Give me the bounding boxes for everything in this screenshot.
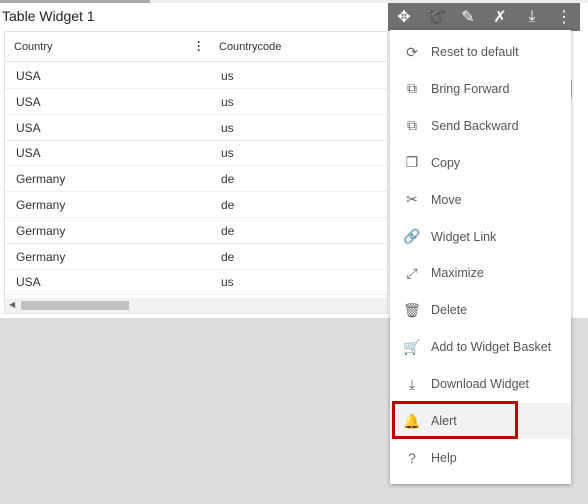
horizontal-scrollbar[interactable]: ◀ xyxy=(5,298,387,313)
menu-item-delete[interactable]: 🗑 Delete xyxy=(390,292,571,328)
copy-icon: ❐ xyxy=(405,154,419,171)
cell-country: USA xyxy=(16,94,41,109)
download-icon[interactable]: ⤓ xyxy=(520,8,544,26)
link-icon: 🔗 xyxy=(403,228,421,244)
menu-item-reset-to-default[interactable]: ⟳ Reset to default xyxy=(390,34,571,70)
table-row[interactable]: USA us xyxy=(5,89,387,115)
menu-item-copy[interactable]: ❐ Copy xyxy=(390,145,571,181)
edit-icon[interactable]: ✎ xyxy=(456,7,480,27)
bring-forward-icon: ⧉ xyxy=(407,80,417,97)
cell-countrycode: de xyxy=(221,172,235,187)
menu-item-help[interactable]: ? Help xyxy=(390,440,571,476)
scissors-icon: ✂ xyxy=(406,191,418,208)
table-header: Country · · · Countrycode xyxy=(5,32,387,62)
highlight-box xyxy=(392,401,518,439)
maximize-icon: ⤢ xyxy=(406,264,418,281)
table-row[interactable]: USA us xyxy=(5,140,387,167)
column-menu-icon[interactable]: · · · xyxy=(197,36,201,56)
menu-item-label: Download Widget xyxy=(431,377,529,392)
menu-item-label: Send Backward xyxy=(431,118,519,133)
table-row[interactable]: USA us xyxy=(5,269,387,296)
menu-item-maximize[interactable]: ⤢ Maximize xyxy=(390,255,571,291)
menu-item-label: Widget Link xyxy=(431,229,497,244)
table-row[interactable]: Germany de xyxy=(5,166,387,193)
menu-item-widget-link[interactable]: 🔗 Widget Link xyxy=(390,219,571,255)
menu-item-move[interactable]: ✂ Move xyxy=(390,182,571,218)
cell-countrycode: de xyxy=(221,223,235,238)
cell-country: Germany xyxy=(16,223,66,238)
cell-countrycode: us xyxy=(221,94,234,109)
menu-item-label: Maximize xyxy=(431,266,484,281)
cell-country: USA xyxy=(16,69,41,83)
column-header-countrycode[interactable]: Countrycode xyxy=(219,41,281,53)
more-vertical-icon[interactable]: ⋮ xyxy=(552,7,576,27)
cell-countrycode: us xyxy=(221,69,234,83)
menu-item-label: Copy xyxy=(431,155,461,170)
trash-icon: 🗑 xyxy=(403,301,421,318)
cell-country: Germany xyxy=(16,172,66,187)
menu-item-label: Add to Widget Basket xyxy=(431,340,552,355)
refresh-icon: ⟳ xyxy=(406,43,418,60)
menu-item-label: Bring Forward xyxy=(431,81,510,96)
cell-countrycode: us xyxy=(221,120,234,135)
widget-toolbar: ✥ ➰ ✎ ✗ ⤓ ⋮ xyxy=(388,3,580,31)
cell-countrycode: de xyxy=(221,249,235,264)
table-row[interactable]: Germany de xyxy=(5,244,387,270)
send-backward-icon: ⧉ xyxy=(407,117,417,134)
widget-title: Table Widget 1 xyxy=(2,8,95,24)
menu-item-add-to-widget-basket[interactable]: 🛒 Add to Widget Basket xyxy=(390,329,571,365)
data-table: Country · · · Countrycode USA us USA us USA us U… xyxy=(4,31,388,314)
menu-item-send-backward[interactable]: ⧉ Send Backward xyxy=(390,108,571,144)
right-scrollbar[interactable] xyxy=(571,31,583,318)
menu-item-label: Delete xyxy=(431,303,468,318)
table-row[interactable]: Germany de xyxy=(5,218,387,244)
menu-item-download-widget[interactable]: ⤓ Download Widget xyxy=(390,366,571,402)
cell-countrycode: us xyxy=(221,146,234,161)
cart-icon: 🛒 xyxy=(403,338,421,355)
menu-item-label: Reset to default xyxy=(431,45,519,59)
menu-item-bring-forward[interactable]: ⧉ Bring Forward xyxy=(390,71,571,107)
link-icon[interactable]: ➰ xyxy=(424,7,448,27)
help-icon: ? xyxy=(408,449,416,466)
table-row[interactable]: USA us xyxy=(5,63,387,89)
cell-country: Germany xyxy=(16,249,66,264)
cell-country: Germany xyxy=(16,198,66,212)
menu-item-label: Move xyxy=(431,192,462,207)
menu-item-label: Help xyxy=(431,450,457,465)
cell-country: USA xyxy=(16,275,41,290)
cell-countrycode: us xyxy=(221,275,234,290)
download-icon: ⤓ xyxy=(408,375,416,392)
table-row[interactable]: USA us xyxy=(5,115,387,141)
scroll-left-icon[interactable]: ◀ xyxy=(9,300,15,309)
scrollbar-thumb[interactable] xyxy=(21,301,129,310)
move-arrows-icon[interactable]: ✥ xyxy=(392,7,416,27)
cell-countrycode: de xyxy=(221,198,235,212)
tools-icon[interactable]: ✗ xyxy=(488,7,512,27)
cell-country: USA xyxy=(16,120,41,135)
column-header-country[interactable]: Country xyxy=(14,41,53,53)
top-scroll-thumb[interactable] xyxy=(0,0,150,3)
table-row[interactable]: Germany de xyxy=(5,192,387,218)
cell-country: USA xyxy=(16,146,41,161)
